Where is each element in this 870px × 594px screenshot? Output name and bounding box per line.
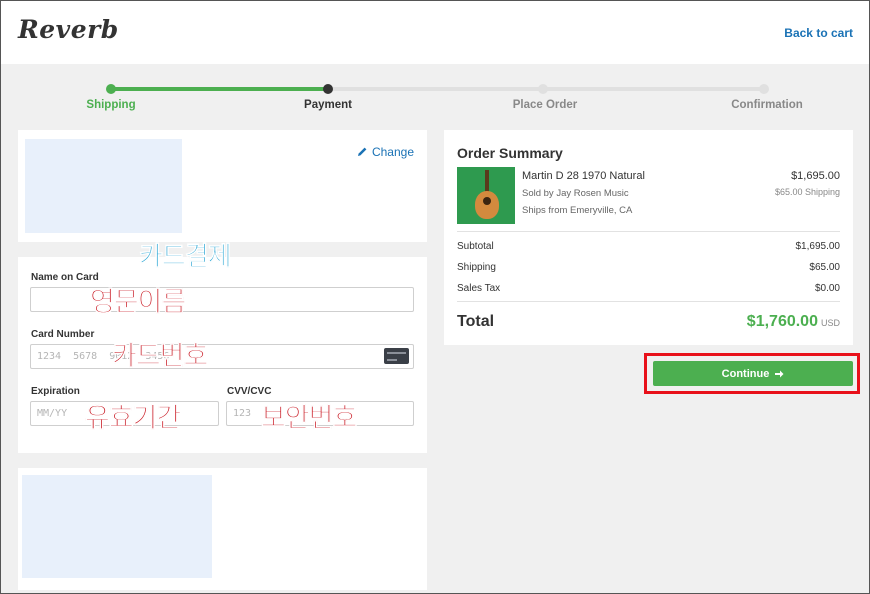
- redacted-billing-block: [22, 475, 212, 578]
- step-label-shipping[interactable]: Shipping: [86, 99, 135, 111]
- progress-track-complete: [111, 87, 328, 91]
- annotation-expiry: 유효기간: [85, 403, 182, 435]
- arrow-right-icon: [775, 370, 784, 377]
- card-payment-form: Name on Card Card Number Expiration CVV/…: [18, 257, 427, 453]
- total-divider: [457, 301, 840, 302]
- back-to-cart-link[interactable]: Back to cart: [784, 26, 853, 40]
- step-dot-place-order: [538, 84, 548, 94]
- expiration-label: Expiration: [31, 386, 80, 397]
- name-on-card-input[interactable]: [30, 287, 414, 312]
- item-price: $1,695.00: [791, 170, 840, 182]
- item-name-link[interactable]: Martin D 28 1970 Natural: [522, 170, 645, 182]
- shipping-value: $65.00: [809, 262, 840, 273]
- redacted-address-block: [25, 139, 182, 233]
- step-label-payment: Payment: [304, 99, 352, 111]
- total-amount: $1,760.00: [746, 313, 818, 330]
- shipping-label: Shipping: [457, 262, 496, 273]
- summary-divider: [457, 231, 840, 232]
- annotation-english-name: 영문이름: [90, 287, 187, 319]
- order-summary-title: Order Summary: [457, 145, 563, 161]
- item-shipping-cost: $65.00 Shipping: [774, 187, 840, 197]
- guitar-thumbnail[interactable]: [457, 167, 515, 224]
- shipping-address-panel: Change: [18, 130, 427, 242]
- step-label-confirmation: Confirmation: [731, 99, 803, 111]
- billing-panel: [18, 468, 427, 590]
- total-currency: USD: [820, 318, 840, 328]
- step-label-place-order: Place Order: [512, 99, 578, 111]
- step-dot-payment: [323, 84, 333, 94]
- total-label: Total: [457, 313, 495, 330]
- continue-button[interactable]: Continue: [653, 361, 853, 386]
- change-address-link[interactable]: Change: [357, 145, 414, 159]
- subtotal-value: $1,695.00: [795, 241, 841, 252]
- step-dot-confirmation: [759, 84, 769, 94]
- guitar-body-shape: [475, 191, 499, 219]
- total-value: $1,760.00 USD: [747, 313, 840, 331]
- checkout-progress: Shipping Payment Place Order Confirmatio…: [0, 64, 870, 119]
- continue-label: Continue: [721, 367, 770, 380]
- step-dot-shipping: [106, 84, 116, 94]
- annotation-security-code: 보안번호: [261, 403, 358, 435]
- continue-highlight-box: Continue: [644, 353, 860, 394]
- order-summary-panel: Order Summary Martin D 28 1970 Natural S…: [444, 130, 853, 345]
- item-ships-from: Ships from Emeryville, CA: [522, 205, 633, 216]
- reverb-logo[interactable]: Reverb: [18, 15, 119, 44]
- pencil-icon: [357, 147, 367, 156]
- sales-tax-value: $0.00: [814, 283, 840, 294]
- subtotal-label: Subtotal: [457, 241, 494, 252]
- sales-tax-label: Sales Tax: [457, 283, 501, 294]
- credit-card-icon: [384, 348, 409, 364]
- card-number-label: Card Number: [31, 329, 95, 340]
- guitar-soundhole-shape: [483, 197, 491, 205]
- annotation-card-payment: 카드결제: [139, 242, 232, 273]
- annotation-card-number: 카드번호: [112, 341, 209, 373]
- change-label: Change: [371, 145, 414, 159]
- item-seller: Sold by Jay Rosen Music: [522, 188, 629, 199]
- name-on-card-label: Name on Card: [31, 272, 99, 283]
- site-header: Reverb Back to cart: [1, 1, 869, 64]
- card-number-input[interactable]: [30, 344, 414, 369]
